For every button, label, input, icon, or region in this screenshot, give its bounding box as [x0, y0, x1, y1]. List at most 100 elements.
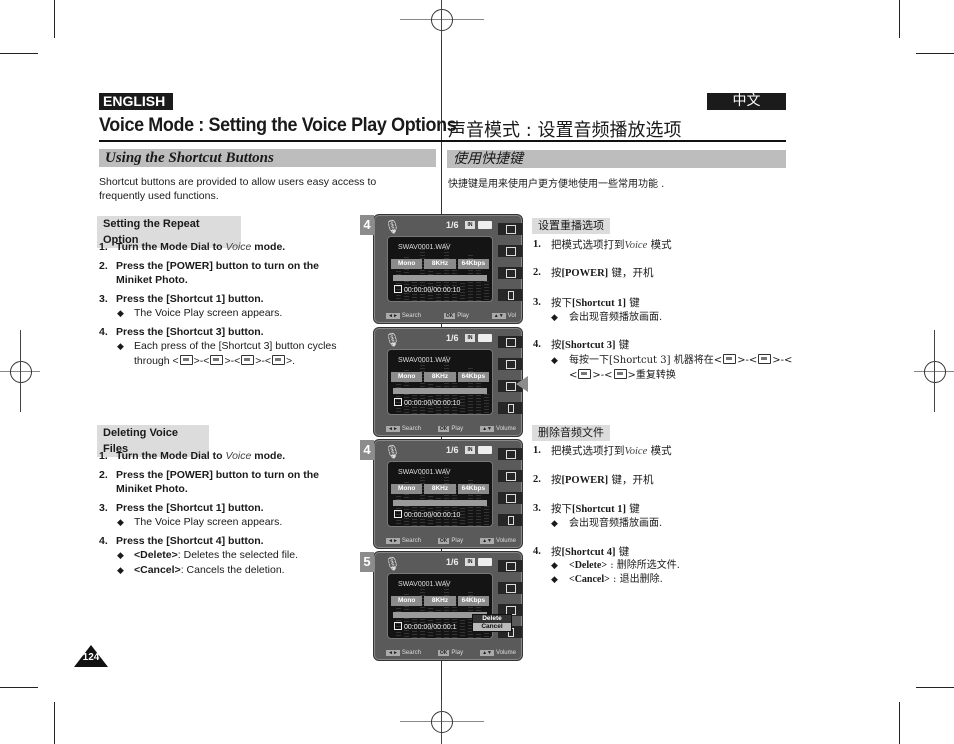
hint-search: ◄► Search [386, 538, 421, 544]
battery-icon [478, 221, 492, 229]
equalizer-bar [428, 265, 433, 301]
popup-cancel-option[interactable]: Cancel [473, 623, 511, 631]
hint-label: Play [451, 538, 464, 544]
step-text: 键 [629, 503, 640, 515]
menu-button[interactable] [498, 358, 522, 370]
step-number: 3. [533, 297, 541, 308]
left-right-key-icon: ◄► [386, 426, 400, 432]
step-number: 1. [533, 445, 541, 456]
trash-icon [508, 291, 514, 300]
bullet-text: : Deletes the selected file. [177, 549, 299, 561]
step-text: Turn the Mode Dial to [116, 241, 226, 253]
intro-text-chinese: 快捷键是用来使用户更方便地使用一些常用功能 . [448, 179, 665, 190]
play-mode-button[interactable] [498, 448, 522, 460]
delete-option-label: <Delete> [134, 549, 178, 561]
channel-tag: Mono [391, 484, 423, 494]
delete-option-label: <Delete> [569, 560, 608, 571]
step-text: Press the [Shortcut 1] button. [116, 502, 264, 514]
repeat-one-icon [758, 354, 772, 364]
repeat-button[interactable] [498, 492, 522, 504]
battery-icon [478, 446, 492, 454]
key-label: [POWER] [561, 268, 609, 279]
registration-mark-right [914, 330, 954, 412]
bullet-text: 会出现音频播放画面. [569, 312, 663, 323]
menu-icon [506, 247, 516, 256]
play-mode-button[interactable] [498, 336, 522, 348]
step-text: 键 [629, 297, 640, 309]
step-text: Press the [POWER] button to turn on the [116, 260, 319, 272]
step-number: 1. [99, 450, 108, 462]
hint-play: OK Play [443, 313, 469, 319]
crop-mark [0, 53, 38, 54]
audio-info: Mono 8KHz 64Kbps [391, 484, 489, 494]
separator: >-< [224, 355, 241, 367]
hint-volume: ▲▼ Volume [480, 650, 516, 656]
step-number: 2. [99, 469, 108, 481]
ok-key-icon: OK [437, 650, 450, 656]
page-number: 124 [82, 652, 100, 663]
step-text: Press the [Shortcut 1] button. [116, 293, 264, 305]
file-name: SWAV0001.WAV [398, 581, 451, 588]
hint-label: Play [451, 426, 464, 432]
separator: >-< [592, 370, 613, 381]
menu-button[interactable] [498, 470, 522, 482]
language-tag-english: ENGLISH [99, 93, 173, 110]
step-text: Press the [POWER] button to turn on the [116, 469, 319, 481]
repeat-section-icon [241, 355, 255, 365]
step-number: 4. [533, 546, 541, 557]
repeat-button[interactable] [498, 267, 522, 279]
bitrate-tag: 64Kbps [457, 259, 489, 269]
separator: >-< [255, 355, 271, 367]
file-name: SWAV0001.WAV [398, 244, 451, 251]
step-text: 按下 [551, 503, 572, 515]
hint-label: Volume [495, 538, 516, 544]
hint-label: Volume [495, 650, 516, 656]
trash-icon [508, 404, 514, 413]
step-number: 4. [533, 339, 541, 350]
step-number: 3. [99, 502, 108, 514]
crop-mark [916, 687, 954, 688]
key-label: [Shortcut 3] [561, 340, 616, 351]
crop-mark [54, 0, 55, 38]
left-right-key-icon: ◄► [386, 538, 400, 544]
crop-mark [899, 0, 900, 38]
file-name: SWAV0001.WAV [398, 357, 451, 364]
trash-icon [508, 516, 514, 525]
popup-delete-option[interactable]: Delete [473, 615, 511, 623]
step-text: 按下 [551, 297, 572, 309]
step-text: 模式 [650, 445, 672, 457]
crop-mark [916, 53, 954, 54]
section-header-chinese: 使用快捷键 [447, 150, 786, 168]
delete-button[interactable] [498, 514, 522, 526]
microphone-icon: 🎙 [384, 444, 401, 459]
voice-mode-label: Voice [225, 450, 252, 462]
step-text: 键，开机 [611, 474, 654, 486]
step-text: 按 [551, 339, 562, 351]
step-number: 1. [533, 239, 541, 250]
progress-bar [393, 275, 487, 281]
ok-key-icon: OK [437, 426, 450, 432]
menu-button[interactable] [498, 245, 522, 257]
cancel-option-label: <Cancel> [569, 574, 610, 585]
sample-rate-tag: 8KHz [424, 596, 456, 606]
key-label: [Shortcut 4] [561, 547, 616, 558]
bullet-text: >. [285, 355, 296, 367]
delete-button[interactable] [498, 289, 522, 301]
equalizer-bar [484, 506, 489, 526]
equalizer-bar [428, 602, 433, 638]
bitrate-tag: 64Kbps [457, 596, 489, 606]
delete-button[interactable] [498, 402, 522, 414]
play-mode-button[interactable] [498, 560, 522, 572]
separator: >-< [193, 355, 210, 367]
hint-label: Play [457, 313, 469, 319]
menu-button[interactable] [498, 582, 522, 594]
bullet-text: < [569, 370, 578, 381]
timecode: 00:00:00/00:00:10 [394, 398, 460, 407]
play-icon [506, 338, 516, 347]
up-down-key-icon: ▲▼ [480, 538, 494, 544]
delete-popup-menu: Delete Cancel [472, 614, 512, 632]
play-mode-button[interactable] [498, 223, 522, 235]
file-counter: 1/6 [446, 445, 459, 455]
diamond-bullet-icon: ◆ [117, 308, 124, 318]
microphone-icon: 🎙 [384, 219, 401, 234]
